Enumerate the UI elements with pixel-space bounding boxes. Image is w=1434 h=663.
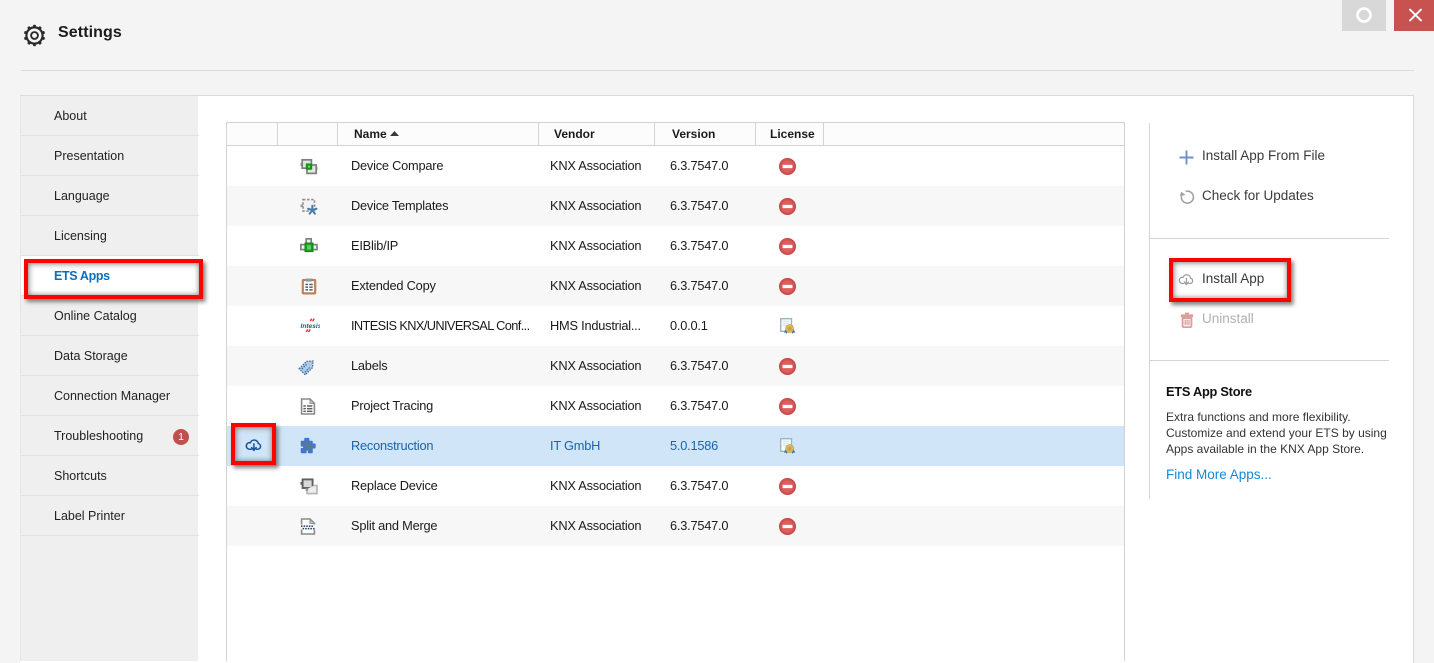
svg-text:Intesis: Intesis [301, 323, 321, 330]
